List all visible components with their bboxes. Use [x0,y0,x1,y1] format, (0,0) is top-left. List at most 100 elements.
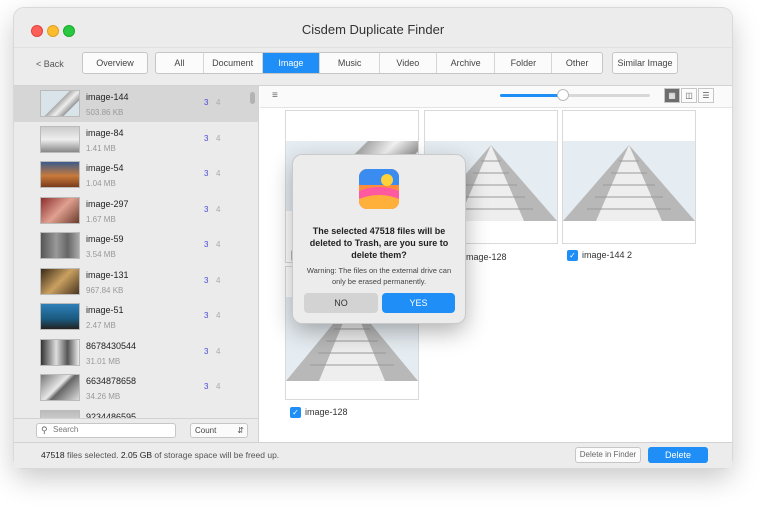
item-size: 3.54 MB [86,250,116,259]
status-text: 47518 files selected. 2.05 GB of storage… [41,450,279,460]
tab-music[interactable]: Music [320,53,380,73]
image-card-label: image-144 2 [582,250,633,260]
item-size: 31.01 MB [86,356,121,366]
list-options-icon[interactable]: ≡ [272,90,278,101]
preview-toolbar: ≡ ▦ ◫ ☰ [260,86,732,108]
total-count: 4 [216,133,221,143]
image-card-label: image-128 [464,252,507,262]
item-name: 6634878658 [86,376,137,386]
building-image [563,145,695,221]
grid-view-icon[interactable]: ▦ [664,88,680,103]
toolbar: < Back Overview All Document Image Music… [14,48,732,86]
tab-other[interactable]: Other [552,53,602,73]
checkmark-icon[interactable]: ✓ [290,407,301,418]
duplicate-count: 3 [204,240,209,249]
list-item[interactable]: 6634878658 34.26 MB 3 4 [14,370,258,406]
duplicate-count: 3 [204,169,209,178]
list-scrollbar[interactable] [250,92,255,104]
tab-image[interactable]: Image [262,53,321,73]
duplicate-count: 3 [204,133,209,143]
total-count: 4 [216,98,221,107]
list-item[interactable]: image-144 503.86 KB 3 4 [14,86,258,122]
duplicate-groups-list: image-144 503.86 KB 3 4 image-84 1.41 MB… [14,86,259,418]
duplicate-count: 3 [204,346,209,356]
duplicate-count: 3 [204,204,209,214]
search-icon: ⚲ [41,425,48,435]
overview-button[interactable]: Overview [82,52,148,74]
tab-archive[interactable]: Archive [437,53,496,73]
list-item[interactable]: image-84 1.41 MB 3 4 [14,122,258,158]
window-title: Cisdem Duplicate Finder [301,22,445,37]
list-item[interactable]: 9234486595 [14,406,258,418]
dialog-title: The selected 47518 files will be deleted… [309,226,449,260]
title-bar: Cisdem Duplicate Finder [14,8,732,48]
list-item[interactable]: 8678430544 31.01 MB 3 4 [14,335,258,371]
app-logo [359,169,399,209]
list-view-icon[interactable]: ☰ [698,88,714,103]
thumbnail [40,374,80,401]
tab-folder[interactable]: Folder [495,53,553,73]
delete-confirm-dialog: The selected 47518 files will be deleted… [293,155,465,323]
selected-file-count: 47518 [41,450,65,460]
status-files-text: files selected. [64,450,121,460]
thumbnail [40,232,80,259]
tab-document[interactable]: Document [204,53,263,73]
total-count: 4 [216,204,221,214]
item-size: 34.26 MB [86,392,121,401]
list-item[interactable]: image-54 1.04 MB 3 4 [14,157,258,193]
thumbnail [40,196,80,224]
checkmark-icon[interactable]: ✓ [567,250,578,261]
item-name: image-54 [86,163,124,173]
similar-image-button[interactable]: Similar Image [612,52,678,74]
item-name: image-297 [86,198,129,209]
list-item[interactable]: image-51 2.47 MB 3 4 [14,299,258,335]
thumbnail [40,409,80,418]
item-name: image-131 [86,269,129,280]
item-name: image-51 [86,305,124,315]
status-bar: 47518 files selected. 2.05 GB of storage… [14,442,732,468]
sort-select[interactable]: Count ⇵ [190,423,248,438]
total-count: 4 [216,382,221,391]
duplicate-count: 3 [204,382,209,391]
duplicate-count: 3 [204,311,209,320]
list-footer: ⚲ Count ⇵ [14,418,259,442]
list-item[interactable]: image-59 3.54 MB 3 4 [14,228,258,264]
item-name: image-59 [86,234,124,244]
delete-in-finder-button[interactable]: Delete in Finder [575,447,641,463]
search-input[interactable] [53,425,171,434]
image-card[interactable] [562,110,696,244]
total-count: 4 [216,240,221,249]
total-count: 4 [216,311,221,320]
total-count: 4 [216,275,221,285]
delete-button[interactable]: Delete [648,447,708,463]
item-size: 1.67 MB [86,214,116,224]
no-button[interactable]: NO [304,293,378,313]
list-item[interactable]: image-131 967.84 KB 3 4 [14,264,258,300]
updown-arrows-icon: ⇵ [237,426,244,435]
thumbnail [40,267,80,295]
status-space-text: of storage space will be freed up. [152,450,280,460]
thumbnail [40,338,80,366]
item-size: 2.47 MB [86,321,116,330]
sort-select-value: Count [195,426,217,435]
image-card-label: image-128 [305,407,348,417]
yes-button[interactable]: YES [382,293,455,313]
duplicate-count: 3 [204,98,209,107]
item-name: 8678430544 [86,340,137,351]
tab-video[interactable]: Video [380,53,437,73]
image-thumbnail [563,141,695,221]
item-name: image-144 [86,92,129,102]
total-count: 4 [216,346,221,356]
tab-all[interactable]: All [156,53,204,73]
item-size: 967.84 KB [86,285,124,295]
zoom-slider[interactable] [500,89,650,101]
zoom-slider-knob[interactable] [557,89,569,101]
filmstrip-view-icon[interactable]: ◫ [681,88,697,103]
item-size: 1.41 MB [86,143,116,153]
list-item[interactable]: image-297 1.67 MB 3 4 [14,193,258,229]
thumbnail [40,90,80,117]
total-count: 4 [216,169,221,178]
item-size: 1.04 MB [86,179,116,188]
back-button[interactable]: < Back [36,59,64,69]
search-field[interactable]: ⚲ [36,423,176,438]
